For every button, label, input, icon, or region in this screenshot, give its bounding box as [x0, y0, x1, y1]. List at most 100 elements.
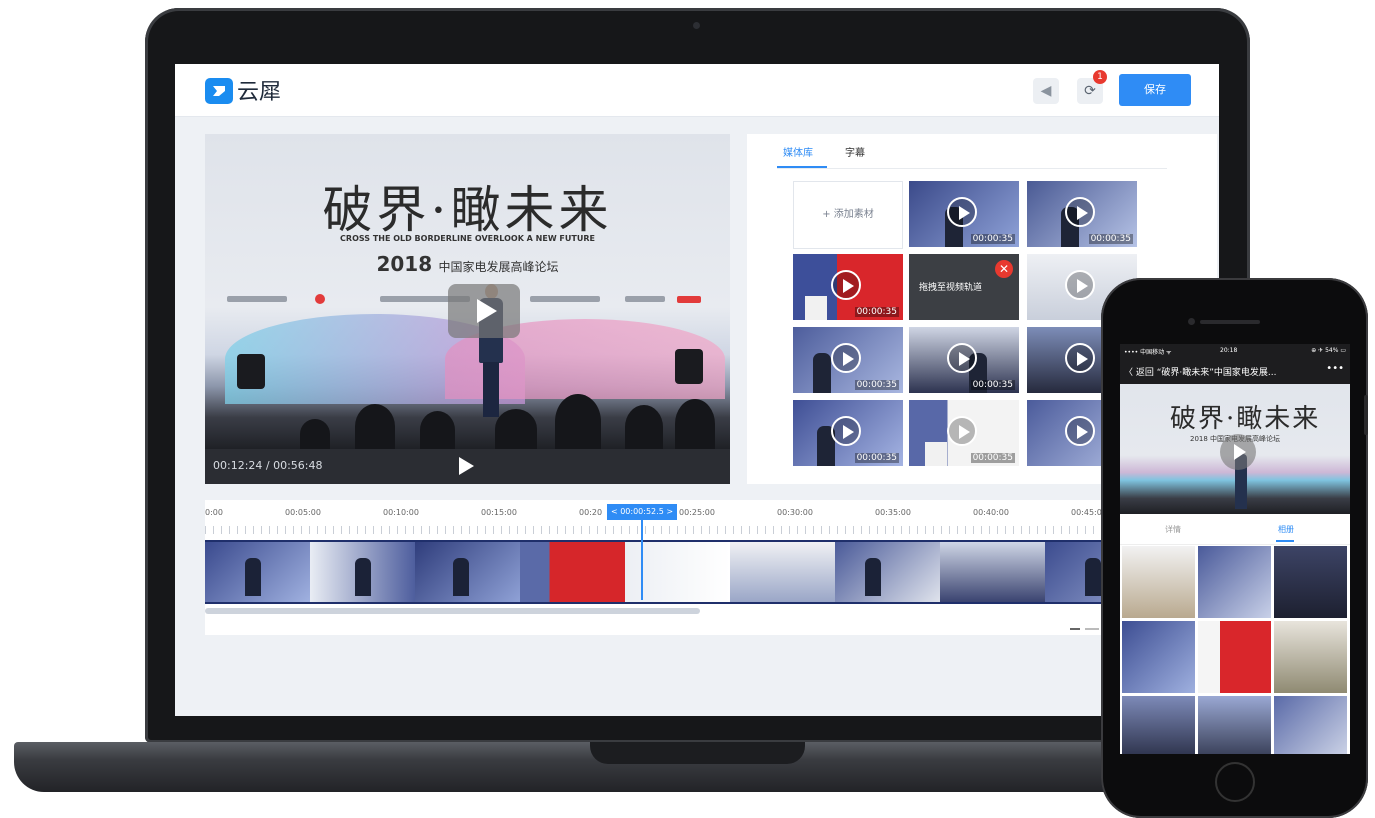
- album-photo[interactable]: [1198, 546, 1271, 618]
- play-icon: [831, 343, 861, 373]
- more-icon[interactable]: •••: [1326, 363, 1344, 374]
- ruler-ticks: [205, 526, 1219, 534]
- track-clip[interactable]: [730, 542, 835, 602]
- thumb-duration: 00:00:35: [854, 380, 899, 390]
- album-photo[interactable]: [1274, 546, 1347, 618]
- phone-tabs: 详情 相册: [1120, 514, 1350, 545]
- media-thumbnail[interactable]: 00:00:35: [909, 327, 1019, 393]
- timeline-scrollbar[interactable]: [205, 608, 700, 614]
- ruler-label: 00:20: [579, 508, 603, 517]
- logo-icon: [205, 78, 233, 104]
- media-thumbnail[interactable]: 00:00:35: [909, 400, 1019, 466]
- video-track[interactable]: [205, 540, 1219, 604]
- timeline[interactable]: 0:00 00:05:00 00:10:00 00:15:00 00:20 00…: [205, 500, 1219, 635]
- track-clip[interactable]: [835, 542, 940, 602]
- phone-video[interactable]: 破界·瞰未来 2018 中国家电发展高峰论坛: [1120, 384, 1350, 514]
- tab-subtitles[interactable]: 字幕: [845, 144, 865, 159]
- play-icon: [1065, 343, 1095, 373]
- play-icon: [1065, 270, 1095, 300]
- phone-video-title: 破界·瞰未来: [1170, 404, 1321, 434]
- track-clip[interactable]: [415, 542, 520, 602]
- save-button[interactable]: 保存: [1119, 74, 1191, 106]
- track-clip[interactable]: [310, 542, 415, 602]
- album-photo[interactable]: [1198, 621, 1271, 693]
- add-material-button[interactable]: + 添加素材: [793, 181, 903, 249]
- undo-button[interactable]: ◀: [1033, 78, 1059, 104]
- time-display: 00:12:24 / 00:56:48: [213, 459, 323, 472]
- phone-speaker: [1200, 320, 1260, 324]
- playhead-time[interactable]: < 00:00:52.5 >: [607, 504, 677, 520]
- poster-year-line: 2018 中国家电发展高峰论坛: [205, 252, 730, 276]
- track-clip[interactable]: [205, 542, 310, 602]
- ruler-label: 00:40:00: [973, 508, 1009, 517]
- status-bar: •••• 中国移动 ᯤ 20:18 ⊕ ✈ 54% ▭: [1120, 344, 1350, 358]
- play-icon: [947, 343, 977, 373]
- media-thumbnail[interactable]: 00:00:35: [793, 400, 903, 466]
- album-photo[interactable]: [1198, 696, 1271, 754]
- thumb-duration: 00:00:35: [854, 307, 899, 317]
- album-photo[interactable]: [1122, 546, 1195, 618]
- tab-details[interactable]: 详情: [1165, 524, 1181, 535]
- home-button[interactable]: [1215, 762, 1255, 802]
- ruler-label: 0:00: [205, 508, 223, 517]
- phone-camera: [1188, 318, 1195, 325]
- poster-year: 2018: [376, 252, 433, 276]
- ruler-label: 00:45:0: [1071, 508, 1102, 517]
- ruler-label: 00:25:00: [679, 508, 715, 517]
- play-icon: [831, 416, 861, 446]
- ruler-label: 00:30:00: [777, 508, 813, 517]
- history-icon: ⟳: [1084, 83, 1096, 99]
- track-clip[interactable]: [940, 542, 1045, 602]
- thumb-duration: 00:00:35: [970, 234, 1015, 244]
- thumb-duration: 00:00:35: [970, 453, 1015, 463]
- play-icon[interactable]: [459, 457, 474, 475]
- media-thumbnail-error[interactable]: 拖拽至视频轨道 ✕: [909, 254, 1019, 320]
- track-clip[interactable]: [520, 542, 625, 602]
- tab-media-library[interactable]: 媒体库: [783, 144, 813, 159]
- album-photo[interactable]: [1274, 696, 1347, 754]
- nav-bar: 〈 返回 “破界·瞰未来”中国家电发展... •••: [1120, 358, 1350, 384]
- video-preview[interactable]: 破界·瞰未来 CROSS THE OLD BORDERLINE OVERLOOK…: [205, 134, 730, 484]
- media-thumbnail[interactable]: 00:00:35: [1027, 181, 1137, 247]
- media-thumbnail[interactable]: 00:00:35: [793, 327, 903, 393]
- laptop-screen: 云犀 ◀ ⟳ 1 保存 破界·瞰未来 CROSS THE OLD BORDERL…: [175, 64, 1219, 716]
- play-overlay-button[interactable]: [448, 284, 520, 338]
- poster-subtitle: CROSS THE OLD BORDERLINE OVERLOOK A NEW …: [340, 234, 595, 243]
- play-icon: [947, 416, 977, 446]
- drag-to-track-hint: 拖拽至视频轨道: [919, 283, 983, 293]
- album-photo[interactable]: [1122, 696, 1195, 754]
- zoom-indicator[interactable]: [1085, 628, 1099, 630]
- thumb-duration: 00:00:35: [970, 380, 1015, 390]
- player-controls: 00:12:24 / 00:56:48: [205, 449, 730, 484]
- nav-title[interactable]: 〈 返回 “破界·瞰未来”中国家电发展...: [1124, 365, 1277, 378]
- poster-title: 破界·瞰未来: [322, 181, 613, 239]
- brand-name: 云犀: [237, 80, 282, 105]
- play-icon: [1065, 197, 1095, 227]
- play-icon[interactable]: [1220, 434, 1256, 470]
- tab-album[interactable]: 相册: [1278, 524, 1294, 535]
- ruler-label: 00:05:00: [285, 508, 321, 517]
- album-photo[interactable]: [1122, 621, 1195, 693]
- carrier: •••• 中国移动 ᯤ: [1124, 349, 1172, 356]
- media-thumbnail[interactable]: 00:00:35: [909, 181, 1019, 247]
- ruler-label: 00:15:00: [481, 508, 517, 517]
- poster-event: 中国家电发展高峰论坛: [438, 260, 559, 274]
- stage-light: [675, 349, 703, 384]
- playhead[interactable]: [641, 520, 643, 600]
- tab-divider: [777, 168, 1167, 169]
- notification-badge: 1: [1093, 70, 1107, 84]
- app-header: 云犀 ◀ ⟳ 1 保存: [175, 64, 1219, 117]
- laptop-hinge: [590, 742, 805, 764]
- album-photo[interactable]: [1274, 621, 1347, 693]
- close-icon[interactable]: ✕: [995, 260, 1013, 278]
- zoom-indicator[interactable]: [1070, 628, 1080, 630]
- stage-light: [237, 354, 265, 389]
- phone-screen: •••• 中国移动 ᯤ 20:18 ⊕ ✈ 54% ▭ 〈 返回 “破界·瞰未来…: [1120, 344, 1350, 754]
- play-icon: [831, 270, 861, 300]
- status-time: 20:18: [1220, 347, 1238, 354]
- play-icon: [947, 197, 977, 227]
- play-icon: [1065, 416, 1095, 446]
- media-thumbnail[interactable]: 00:00:35: [793, 254, 903, 320]
- status-indicators: ⊕ ✈ 54% ▭: [1311, 347, 1346, 354]
- undo-icon: ◀: [1040, 83, 1052, 99]
